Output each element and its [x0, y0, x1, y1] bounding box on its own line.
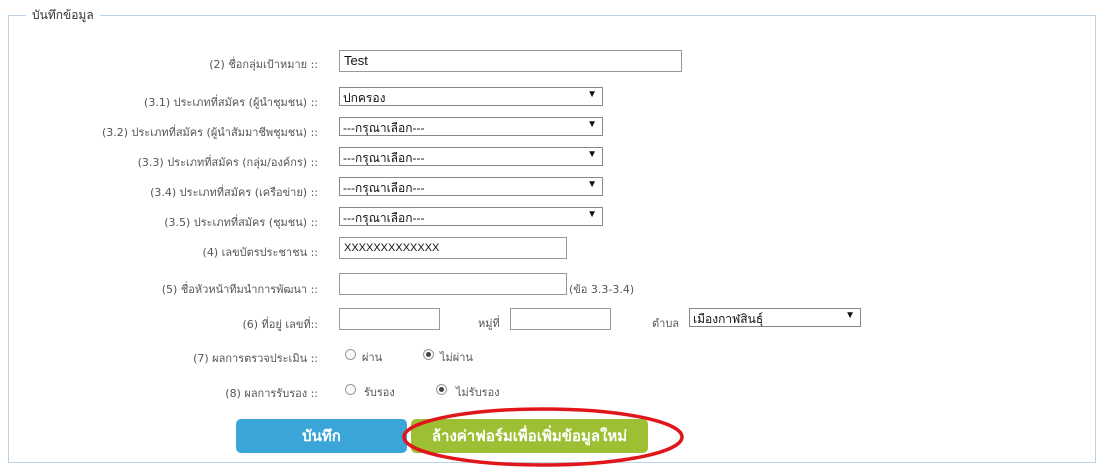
type-3-2-select[interactable]: ---กรุณาเลือก--- ▼: [339, 117, 603, 136]
type-3-4-label: (3.4) ประเภทที่สมัคร (เครือข่าย) ::: [150, 186, 318, 199]
leader-input[interactable]: [339, 273, 567, 295]
address-label: (6) ที่อยู่ เลขที่::: [242, 318, 318, 331]
certify-yes-radio[interactable]: [345, 384, 356, 395]
target-group-input[interactable]: Test: [339, 50, 682, 72]
assessment-pass-label: ผ่าน: [362, 351, 383, 364]
assessment-fail-radio[interactable]: [423, 349, 434, 360]
leader-label: (5) ชื่อหัวหน้าทีมนำการพัฒนา ::: [161, 283, 318, 296]
type-3-1-label: (3.1) ประเภทที่สมัคร (ผู้นำชุมชน) ::: [144, 96, 318, 109]
type-3-5-label: (3.5) ประเภทที่สมัคร (ชุมชน) ::: [164, 216, 318, 229]
type-3-3-select[interactable]: ---กรุณาเลือก--- ▼: [339, 147, 603, 166]
assessment-label: (7) ผลการตรวจประเมิน ::: [193, 352, 318, 365]
type-3-1-select[interactable]: ปกครอง ▼: [339, 87, 603, 106]
certify-label: (8) ผลการรับรอง ::: [225, 387, 318, 400]
type-3-3-label: (3.3) ประเภทที่สมัคร (กลุ่ม/องค์กร) ::: [137, 156, 318, 169]
form-legend: บันทึกข้อมูล: [26, 6, 100, 25]
moo-label: หมู่ที่: [478, 317, 500, 330]
tambon-label: ตำบล: [652, 317, 680, 330]
certify-no-radio[interactable]: [436, 384, 447, 395]
tambon-value: เมืองกาฬสินธุ์: [693, 312, 764, 326]
dropdown-arrow-icon: ▼: [845, 310, 855, 321]
type-3-5-select[interactable]: ---กรุณาเลือก--- ▼: [339, 207, 603, 226]
dropdown-arrow-icon: ▼: [587, 149, 597, 160]
dropdown-arrow-icon: ▼: [587, 179, 597, 190]
type-3-4-select[interactable]: ---กรุณาเลือก--- ▼: [339, 177, 603, 196]
assessment-fail-label: ไม่ผ่าน: [440, 351, 473, 364]
type-3-2-value: ---กรุณาเลือก---: [343, 121, 425, 135]
certify-no-label: ไม่รับรอง: [456, 386, 500, 399]
type-3-2-label: (3.2) ประเภทที่สมัคร (ผู้นำสัมมาชีพชุมชน…: [101, 126, 318, 139]
tambon-select[interactable]: เมืองกาฬสินธุ์ ▼: [689, 308, 861, 327]
type-3-4-value: ---กรุณาเลือก---: [343, 181, 425, 195]
id-card-input[interactable]: XXXXXXXXXXXXX: [339, 237, 567, 259]
moo-input[interactable]: [510, 308, 611, 330]
save-button[interactable]: บันทึก: [236, 419, 407, 453]
certify-yes-label: รับรอง: [364, 386, 395, 399]
highlight-ellipse: [402, 407, 684, 467]
type-3-5-value: ---กรุณาเลือก---: [343, 211, 425, 225]
dropdown-arrow-icon: ▼: [587, 89, 597, 100]
target-group-label: (2) ชื่อกลุ่มเป้าหมาย ::: [209, 58, 318, 71]
dropdown-arrow-icon: ▼: [587, 209, 597, 220]
leader-note: (ข้อ 3.3-3.4): [569, 283, 635, 296]
type-3-3-value: ---กรุณาเลือก---: [343, 151, 425, 165]
dropdown-arrow-icon: ▼: [587, 119, 597, 130]
assessment-pass-radio[interactable]: [345, 349, 356, 360]
type-3-1-value: ปกครอง: [343, 91, 386, 105]
house-number-input[interactable]: [339, 308, 440, 330]
id-card-label: (4) เลขบัตรประชาชน ::: [202, 246, 318, 259]
